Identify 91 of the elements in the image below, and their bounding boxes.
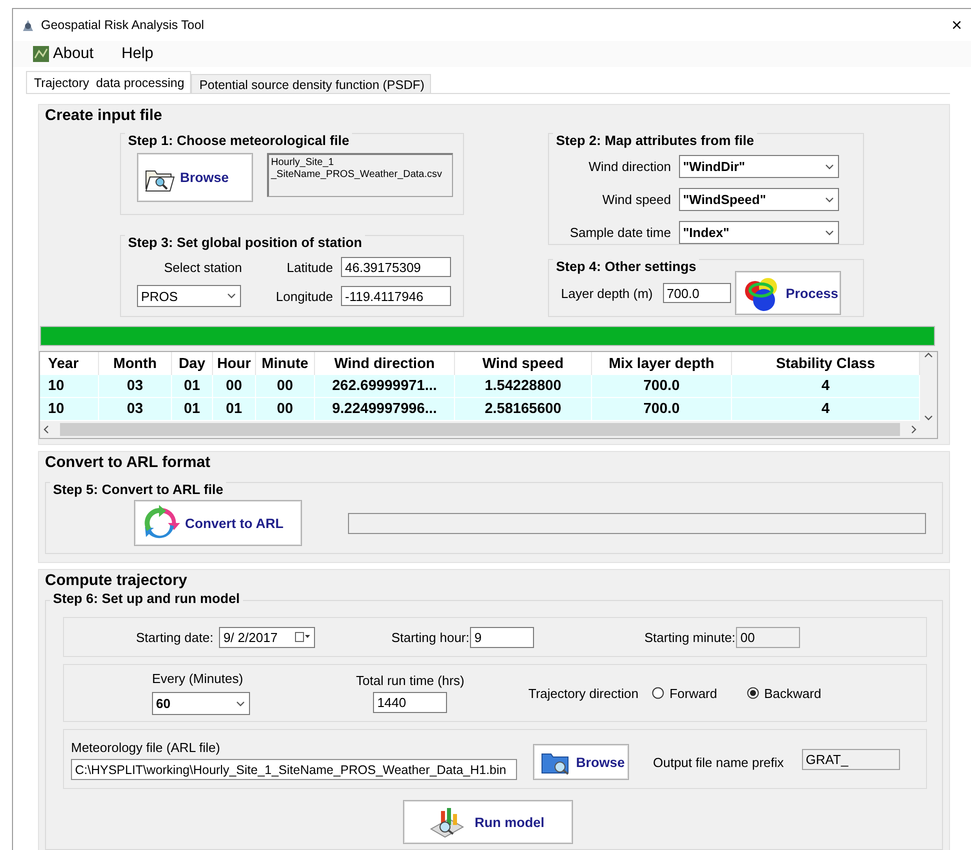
table-cell: 10 <box>40 398 99 421</box>
table-cell: 1.54228800 <box>455 375 592 398</box>
table-cell: 01 <box>213 398 256 421</box>
browse-button[interactable]: Browse <box>533 744 629 780</box>
field-label: Trajectory direction <box>528 686 638 700</box>
field-label: Wind speed <box>601 192 672 207</box>
latitude-field[interactable]: 46.39175309 <box>341 257 451 277</box>
scroll-left-icon <box>43 425 49 434</box>
chart-magnifier-icon <box>428 805 465 839</box>
column-header[interactable]: Day <box>172 352 213 375</box>
tab[interactable]: Potential source density function (PSDF) <box>191 74 432 93</box>
column-header[interactable]: Stability Class <box>732 352 920 375</box>
field-label: Every (Minutes) <box>152 671 244 686</box>
field-label: Latitude <box>286 260 334 274</box>
layer-depth-field[interactable]: 700.0 <box>662 283 731 303</box>
table-cell: 4 <box>732 375 920 398</box>
chevron-down-icon <box>227 293 236 299</box>
section-title: Step 2: Map attributes from file <box>553 133 758 148</box>
column-header[interactable]: Hour <box>213 352 256 375</box>
field-label: Starting minute: <box>644 630 736 644</box>
table-cell: 01 <box>172 375 213 398</box>
table-cell: 262.69999971... <box>315 375 455 398</box>
table-cell: 01 <box>172 398 213 421</box>
field-label: Starting hour: <box>391 630 470 644</box>
chevron-down-icon <box>825 196 834 202</box>
field-label: Longitude <box>274 288 334 304</box>
calendar-icon <box>295 632 310 642</box>
field-label: Layer depth (m) <box>561 286 653 300</box>
section-title: Create input file <box>44 106 164 125</box>
browse-button[interactable]: Browse <box>137 153 253 202</box>
app-icon <box>21 18 35 32</box>
field-label: Starting date: <box>136 630 214 644</box>
table-cell: 00 <box>256 375 315 398</box>
column-header[interactable]: Mix layer depth <box>592 352 732 375</box>
menu-item[interactable]: About <box>31 45 96 63</box>
column-header[interactable]: Wind speed <box>455 352 592 375</box>
dropdown[interactable]: PROS <box>137 285 241 307</box>
scroll-right-icon <box>911 425 917 434</box>
table-cell: 700.0 <box>592 375 732 398</box>
field-label: Sample date time <box>568 225 672 240</box>
table-cell: 00 <box>256 398 315 421</box>
column-header[interactable]: Minute <box>256 352 315 375</box>
section-title: Convert to ARL format <box>44 453 212 472</box>
process-button[interactable]: Process <box>734 271 841 315</box>
table-cell: 10 <box>40 375 99 398</box>
table-cell: 4 <box>732 398 920 421</box>
section-title: Step 5: Convert to ARL file <box>50 482 226 497</box>
column-header[interactable]: Year <box>40 352 99 375</box>
chevron-down-icon <box>825 164 834 170</box>
radio-button[interactable]: Backward <box>747 686 822 700</box>
field-label: Select station <box>162 260 244 274</box>
column-header[interactable]: Wind direction <box>315 352 455 375</box>
scroll-up-icon <box>924 352 933 358</box>
section-title: Step 4: Other settings <box>553 259 700 274</box>
section-title: Compute trajectory <box>44 571 188 590</box>
file-path-field[interactable]: C:\HYSPLIT\working\Hourly_Site_1_SiteName_PROS_Weather_Data_H1.bin <box>71 759 517 780</box>
chevron-down-icon <box>236 700 245 706</box>
close-button[interactable]: × <box>947 14 966 36</box>
run-model-button[interactable]: Run model <box>402 800 572 844</box>
prefix-field: GRAT_ <box>802 749 900 770</box>
window-title: Geospatial Risk Analysis Tool <box>41 18 206 32</box>
convert-button[interactable]: Convert to ARL <box>134 500 302 546</box>
table-cell: 2.58165600 <box>455 398 592 421</box>
dropdown[interactable]: 60 <box>152 692 250 715</box>
section-title: Step 6: Set up and run model <box>50 591 243 606</box>
dropdown[interactable]: "Index" <box>679 221 839 244</box>
section-title: Step 3: Set global position of station <box>125 235 366 250</box>
tab[interactable]: Trajectory data processing <box>26 71 192 93</box>
field-label: Total run time (hrs) <box>356 673 464 688</box>
starting-minute-field: 00 <box>736 626 800 648</box>
date-picker[interactable]: 9/ 2/2017 <box>219 626 316 648</box>
chevron-down-icon <box>825 230 834 236</box>
table-cell: 03 <box>99 375 172 398</box>
field-label: Output file name prefix <box>653 755 784 770</box>
run-time-field[interactable]: 1440 <box>373 692 448 713</box>
field-label: Meteorology file (ARL file) <box>71 740 222 755</box>
longitude-field[interactable]: -119.4117946 <box>341 286 451 306</box>
file-name-field: Hourly_Site_1 _SiteName_PROS_Weather_Data.csv <box>267 153 453 197</box>
starting-hour-field[interactable]: 9 <box>470 626 534 648</box>
chevron-down-icon <box>924 415 933 421</box>
radio-button[interactable]: Forward <box>652 686 718 700</box>
menu-item[interactable]: Help <box>120 45 156 63</box>
section-title: Step 1: Choose meteorological file <box>125 133 352 148</box>
table-cell: 03 <box>99 398 172 421</box>
column-header[interactable]: Month <box>99 352 172 375</box>
dropdown[interactable]: "WindSpeed" <box>679 188 839 211</box>
dropdown[interactable]: "WindDir" <box>679 155 839 178</box>
table-cell: 700.0 <box>592 398 732 421</box>
field-label: Wind direction <box>588 159 672 174</box>
table-cell: 00 <box>213 375 256 398</box>
table-cell: 9.2249997996... <box>315 398 455 421</box>
